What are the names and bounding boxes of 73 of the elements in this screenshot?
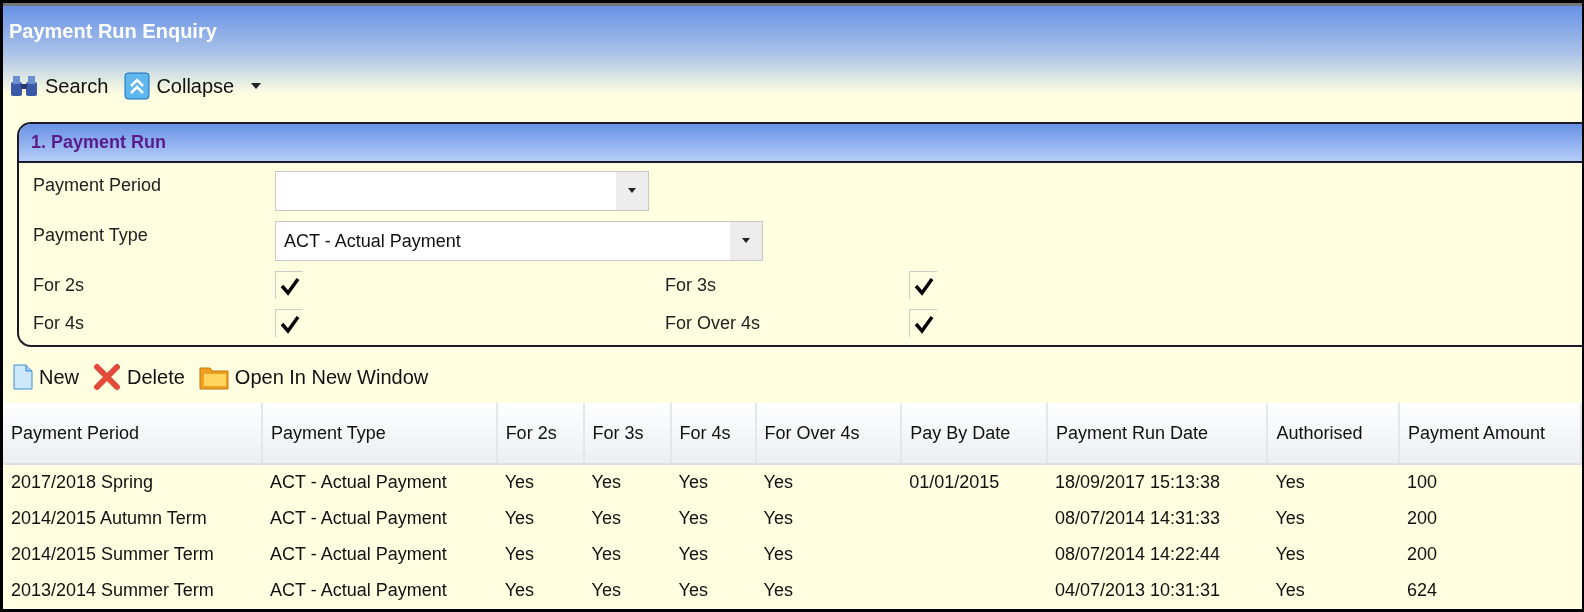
- table-cell-text: Yes: [590, 507, 622, 530]
- table-cell: Yes: [496, 464, 584, 501]
- column-header[interactable]: Payment Amount: [1398, 403, 1581, 464]
- table-cell-text: 08/07/2014 14:31:33: [1053, 507, 1222, 530]
- table-cell-text: Yes: [1274, 507, 1306, 530]
- dropdown-field[interactable]: [275, 171, 649, 211]
- column-header[interactable]: For 2s: [496, 403, 584, 464]
- document-icon: [13, 364, 33, 390]
- table-cell: 01/01/2015: [901, 464, 1047, 501]
- column-header[interactable]: Pay By Date: [901, 403, 1047, 464]
- table-cell: ACT - Actual Payment: [261, 464, 497, 501]
- table-cell-text: Yes: [677, 579, 709, 602]
- checkbox-label: For 3s: [665, 274, 717, 296]
- checkbox-label: For 2s: [33, 274, 85, 296]
- table-cell-text: 2014/2015 Summer Term: [10, 543, 215, 566]
- column-header[interactable]: For 4s: [670, 403, 756, 464]
- table-cell-text: Yes: [677, 543, 709, 566]
- table-cell: 100: [1398, 464, 1581, 501]
- table-cell-text: 200: [1405, 543, 1438, 566]
- table-cell: Yes: [583, 464, 671, 501]
- column-header[interactable]: Payment Period: [3, 403, 262, 464]
- table-cell-text: ACT - Actual Payment: [268, 507, 448, 530]
- column-header[interactable]: For Over 4s: [755, 403, 902, 464]
- table-cell-text: 624: [1405, 579, 1438, 602]
- collapse-button[interactable]: Collapse: [124, 72, 263, 100]
- column-header[interactable]: Authorised: [1267, 403, 1399, 464]
- table-cell-text: Yes: [503, 543, 535, 566]
- dropdown-arrow-icon: [627, 188, 637, 194]
- table-cell: 2017/2018 Spring: [3, 464, 262, 501]
- search-button[interactable]: Search: [9, 74, 109, 98]
- checkbox-label: For Over 4s: [665, 312, 762, 334]
- table-cell: Yes: [1267, 464, 1399, 501]
- checkbox[interactable]: [275, 309, 303, 337]
- field-label: Payment Period: [33, 174, 163, 196]
- table-cell: Yes: [670, 464, 756, 501]
- collapse-icon: [124, 72, 151, 100]
- table-cell-text: Yes: [677, 507, 709, 530]
- table-cell-text: Yes: [762, 579, 794, 602]
- table-cell-text: Yes: [590, 543, 622, 566]
- folder-icon: [198, 364, 229, 390]
- table-cell-text: Yes: [762, 507, 794, 530]
- window-title: Payment Run Enquiry: [8, 19, 218, 44]
- checkbox[interactable]: [275, 271, 303, 299]
- table-cell-text: Yes: [590, 579, 622, 602]
- table-cell-text: ACT - Actual Payment: [268, 579, 448, 602]
- table-cell-text: Yes: [503, 579, 535, 602]
- cross-icon: [93, 363, 121, 391]
- binoculars-icon: [9, 74, 39, 98]
- panel-title: 1. Payment Run: [19, 124, 1582, 163]
- table-cell-text: 04/07/2013 10:31:31: [1053, 579, 1222, 602]
- table-cell: 18/09/2017 15:13:38: [1046, 464, 1268, 501]
- table-cell-text: 200: [1405, 507, 1438, 530]
- open-window-button[interactable]: Open In New Window: [198, 364, 429, 390]
- checkbox[interactable]: [909, 309, 937, 337]
- table-cell-text: Yes: [1274, 543, 1306, 566]
- checkbox-label: For 4s: [33, 312, 85, 334]
- column-header[interactable]: Payment Run Date: [1046, 403, 1268, 464]
- delete-button[interactable]: Delete: [93, 363, 185, 391]
- table-cell-text: 2014/2015 Autumn Term: [10, 507, 208, 530]
- column-header[interactable]: Payment Type: [261, 403, 497, 464]
- table-cell-text: ACT - Actual Payment: [268, 543, 448, 566]
- table-cell-text: 2013/2014 Summer Term: [10, 579, 215, 602]
- field-label: Payment Type: [33, 224, 149, 246]
- table-cell: Yes: [755, 464, 902, 501]
- table-cell-text: Yes: [503, 507, 535, 530]
- table-cell-text: Yes: [762, 543, 794, 566]
- new-button[interactable]: New: [13, 364, 79, 390]
- table-cell-text: 08/07/2014 14:22:44: [1053, 543, 1222, 566]
- checkbox[interactable]: [909, 271, 937, 299]
- column-header[interactable]: For 3s: [583, 403, 671, 464]
- dropdown-field[interactable]: ACT - Actual Payment: [275, 221, 763, 261]
- table-cell-text: Yes: [1274, 579, 1306, 602]
- dropdown-arrow-icon: [741, 238, 751, 244]
